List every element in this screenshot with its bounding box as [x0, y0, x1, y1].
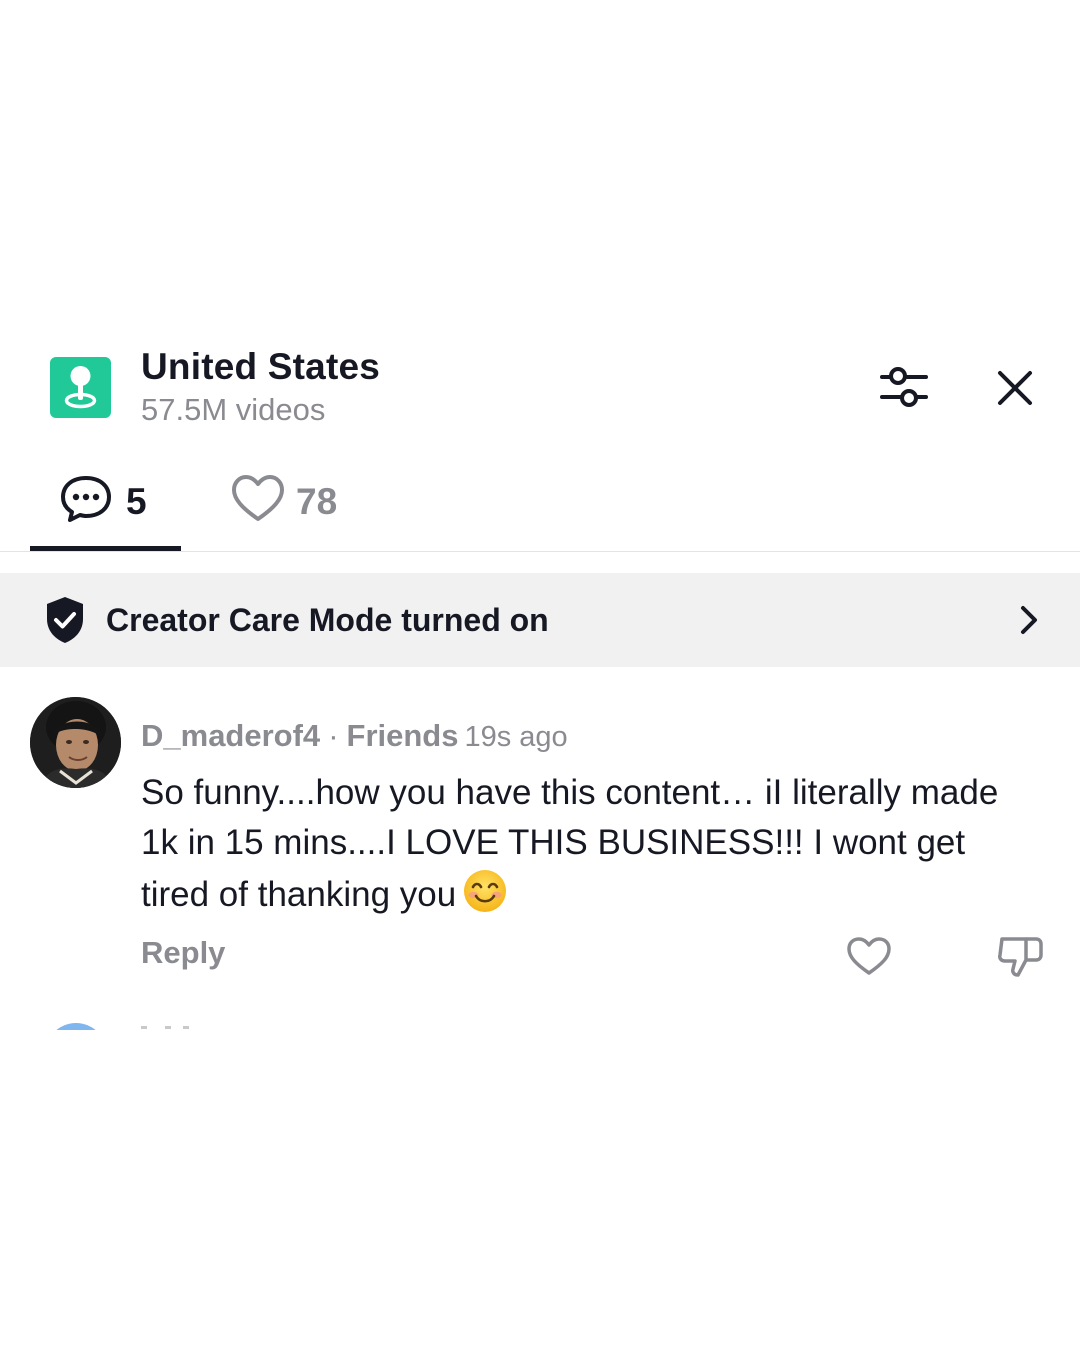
next-comment-avatar[interactable]: [45, 1023, 107, 1030]
comments-sheet: United States 57.5M videos 5 78 Creator …: [0, 318, 1080, 1030]
tab-comments[interactable]: 5: [58, 468, 178, 528]
heart-outline-icon: [847, 937, 891, 975]
comments-count: 5: [126, 481, 147, 522]
comment-text: So funny....how you have this content… i…: [141, 773, 999, 914]
reply-button[interactable]: Reply: [141, 935, 225, 971]
thumbs-down-icon: [998, 937, 1043, 977]
avatar-image: [30, 697, 121, 788]
page: United States 57.5M videos 5 78 Creator …: [0, 0, 1080, 1350]
creator-care-text: Creator Care Mode turned on: [106, 602, 549, 638]
smiling-face-icon: [462, 868, 508, 928]
next-comment-username-fragment: [165, 1026, 171, 1029]
next-comment-username-fragment: [141, 1026, 147, 1029]
comment-username[interactable]: D_maderof4: [141, 718, 320, 753]
dislike-button[interactable]: [996, 933, 1044, 984]
filter-button[interactable]: [878, 363, 930, 411]
avatar[interactable]: [30, 697, 121, 788]
likes-count: 78: [296, 481, 338, 522]
close-icon: [998, 371, 1032, 405]
creator-care-banner[interactable]: Creator Care Mode turned on: [0, 573, 1080, 667]
shield-check-icon: [47, 597, 83, 643]
sheet-header: United States 57.5M videos: [0, 318, 1080, 458]
comment-body: So funny....how you have this content… i…: [141, 768, 1041, 928]
comment-timestamp: 19s ago: [464, 721, 568, 753]
heart-outline-icon: [232, 475, 284, 521]
comment-bubble-icon: [61, 476, 111, 522]
like-button[interactable]: [846, 935, 892, 982]
meta-separator: ·: [328, 718, 339, 753]
next-comment-username-fragment: [183, 1026, 189, 1029]
tab-likes[interactable]: 78: [230, 468, 370, 528]
comment-item: D_maderof4 · Friends 19s ago So funny....ho…: [0, 690, 1080, 990]
comment-meta: D_maderof4 · Friends 19s ago: [141, 718, 568, 754]
close-button[interactable]: [993, 366, 1037, 410]
tabs-divider: [0, 551, 1080, 552]
video-count: 57.5M videos: [141, 392, 326, 427]
sliders-icon: [880, 367, 928, 407]
relation-badge: Friends: [346, 718, 459, 753]
location-title: United States: [141, 346, 381, 387]
chevron-right-icon: [1021, 606, 1037, 634]
location-pin-icon: [64, 366, 97, 409]
tab-bar: 5 78: [0, 458, 1080, 553]
location-badge: [50, 357, 111, 418]
